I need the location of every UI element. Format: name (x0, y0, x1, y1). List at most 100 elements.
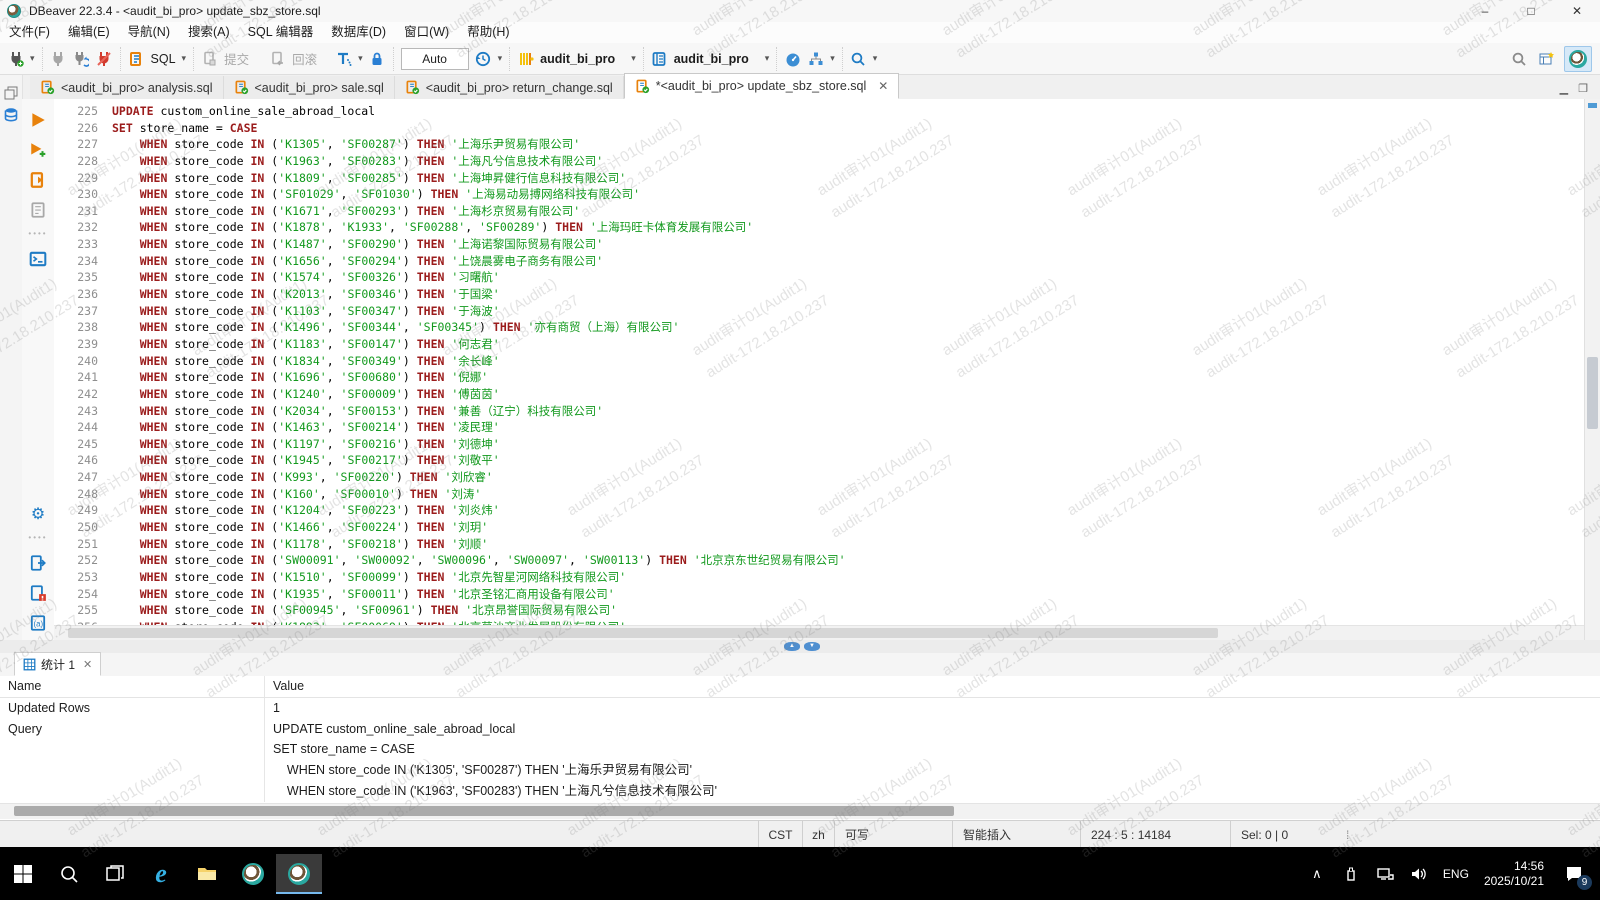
panel-scroll-left-icon[interactable] (3, 808, 11, 816)
panel-hscroll-thumb[interactable] (14, 806, 954, 816)
panel-scroll-right-icon[interactable] (1589, 808, 1597, 816)
export-result-icon[interactable] (29, 554, 47, 572)
statistics-tab[interactable]: 统计 1 ✕ (14, 652, 101, 676)
transaction-dropdown[interactable]: ▾ (358, 53, 363, 64)
start-button[interactable] (0, 854, 46, 894)
code-line[interactable]: WHEN store_code IN ('K1496', 'SF00344', … (112, 319, 1584, 336)
commit-icon[interactable] (201, 50, 218, 67)
menu-item-1[interactable]: 编辑(E) (59, 22, 119, 43)
taskbar-clock[interactable]: 14:56 2025/10/21 (1478, 859, 1550, 889)
disconnect-icon[interactable] (50, 50, 67, 67)
connection-selector[interactable]: audit_bi_pro (540, 52, 615, 66)
vscroll-thumb[interactable] (1587, 357, 1598, 429)
code-line[interactable]: WHEN store_code IN ('K1487', 'SF00290') … (112, 236, 1584, 253)
variables-icon[interactable]: (a) (29, 614, 47, 632)
code-line[interactable]: WHEN store_code IN ('K2034', 'SF00153') … (112, 403, 1584, 420)
editor-hscrollbar[interactable] (54, 625, 1584, 641)
code-line[interactable]: WHEN store_code IN ('K1197', 'SF00216') … (112, 436, 1584, 453)
reconnect-icon[interactable] (73, 50, 90, 67)
code-line[interactable]: WHEN store_code IN ('K1466', 'SF00224') … (112, 519, 1584, 536)
history-icon[interactable] (475, 50, 492, 67)
code-line[interactable]: WHEN store_code IN ('K1656', 'SF00294') … (112, 253, 1584, 270)
code-line[interactable]: WHEN store_code IN ('K1183', 'SF00147') … (112, 336, 1584, 353)
tab-close-icon[interactable]: ✕ (878, 79, 888, 93)
action-center-icon[interactable]: 9 (1554, 854, 1594, 894)
quick-access-search-icon[interactable] (1510, 50, 1527, 67)
code-line[interactable]: WHEN store_code IN ('K1510', 'SF00099') … (112, 569, 1584, 586)
execute-script-icon[interactable] (29, 171, 47, 189)
code-line[interactable]: WHEN store_code IN ('SF00945', 'SF00961'… (112, 602, 1584, 619)
sash-collapse-icon[interactable]: ▲ (784, 642, 800, 651)
commit-label[interactable]: 提交 (224, 49, 249, 68)
history-dropdown[interactable]: ▾ (498, 53, 503, 64)
code-line[interactable]: WHEN store_code IN ('SF01029', 'SF01030'… (112, 186, 1584, 203)
status-cursor-position[interactable]: 224 : 5 : 14184 (1080, 821, 1230, 848)
open-perspective-icon[interactable] (1537, 50, 1554, 67)
code-line[interactable]: WHEN store_code IN ('K1103', 'SF00347') … (112, 303, 1584, 320)
menu-item-2[interactable]: 导航(N) (119, 22, 179, 43)
execute-new-tab-icon[interactable] (29, 141, 47, 159)
table-row[interactable]: SET store_name = CASE (0, 739, 1600, 760)
editor-tab-2[interactable]: <audit_bi_pro> return_change.sql (395, 76, 624, 99)
usb-tray-icon[interactable] (1336, 854, 1366, 894)
editor-tab-3[interactable]: *<audit_bi_pro> update_sbz_store.sql✕ (624, 73, 900, 99)
scroll-left-icon[interactable] (57, 630, 65, 638)
table-row[interactable]: Updated Rows1 (0, 698, 1600, 719)
search-db-dropdown[interactable]: ▾ (873, 53, 878, 64)
table-row[interactable]: WHEN store_code IN ('K1305', 'SF00287') … (0, 760, 1600, 781)
table-row[interactable]: WHEN store_code IN ('K1963', 'SF00283') … (0, 781, 1600, 802)
execute-statement-icon[interactable] (29, 111, 47, 129)
editor-results-sash[interactable]: ▲ ▼ (0, 640, 1600, 653)
minimize-view-icon[interactable]: ▁ (1560, 82, 1568, 95)
commit-mode-combo[interactable]: Auto (401, 48, 469, 70)
code-line[interactable]: WHEN store_code IN ('K993', 'SF00220') T… (112, 469, 1584, 486)
connection-selector-dropdown[interactable]: ▾ (631, 53, 636, 64)
menu-item-4[interactable]: SQL 编辑器 (239, 22, 323, 43)
maximize-button[interactable]: □ (1508, 0, 1554, 22)
connect-icon[interactable] (7, 50, 24, 67)
dbeaver-taskbar-icon-active[interactable] (276, 854, 322, 894)
code-line[interactable]: WHEN store_code IN ('K1204', 'SF00223') … (112, 502, 1584, 519)
statistics-tab-close-icon[interactable]: ✕ (83, 658, 92, 671)
sash-expand-icon[interactable]: ▼ (804, 642, 820, 651)
code-line[interactable]: WHEN store_code IN ('K1935', 'SF00011') … (112, 586, 1584, 603)
close-button[interactable]: ✕ (1554, 0, 1600, 22)
code-line[interactable]: WHEN store_code IN ('K1574', 'SF00326') … (112, 269, 1584, 286)
menu-item-0[interactable]: 文件(F) (0, 22, 59, 43)
restore-view-icon[interactable] (3, 85, 19, 101)
code-line[interactable]: SET store_name = CASE (112, 120, 1584, 137)
explain-plan-icon[interactable] (29, 201, 47, 219)
output-console-icon[interactable] (29, 250, 47, 268)
code-line[interactable]: WHEN store_code IN ('K1671', 'SF00293') … (112, 203, 1584, 220)
scroll-right-icon[interactable] (1573, 630, 1581, 638)
menu-item-3[interactable]: 搜索(A) (179, 22, 239, 43)
code-line[interactable]: WHEN store_code IN ('K1878', 'K1933', 'S… (112, 219, 1584, 236)
search-db-icon[interactable] (850, 50, 867, 67)
taskbar-search-icon[interactable] (46, 854, 92, 894)
menu-item-5[interactable]: 数据库(D) (322, 22, 395, 43)
settings-gear-icon[interactable]: ⚙ (29, 505, 47, 523)
code-line[interactable]: WHEN store_code IN ('K1963', 'SF00283') … (112, 153, 1584, 170)
code-line[interactable]: WHEN store_code IN ('K1834', 'SF00349') … (112, 353, 1584, 370)
code-line[interactable]: WHEN store_code IN ('K1945', 'SF00217') … (112, 452, 1584, 469)
dashboard-icon[interactable] (784, 50, 801, 67)
column-header-name[interactable]: Name (0, 676, 265, 697)
dbeaver-taskbar-icon[interactable] (230, 854, 276, 894)
hscroll-thumb[interactable] (68, 628, 1218, 638)
code-line[interactable]: WHEN store_code IN ('SW00091', 'SW00092'… (112, 552, 1584, 569)
internet-explorer-icon[interactable]: e (138, 854, 184, 894)
sql-editor-icon[interactable] (128, 50, 145, 67)
code-line[interactable]: WHEN store_code IN ('K160', 'SF00010') T… (112, 486, 1584, 503)
maximize-view-icon[interactable]: ❐ (1578, 82, 1588, 95)
lock-icon[interactable] (369, 50, 386, 67)
rollback-label[interactable]: 回滚 (292, 49, 317, 68)
sql-editor-label[interactable]: SQL (151, 52, 176, 66)
code-line[interactable]: WHEN store_code IN ('K1305', 'SF00287') … (112, 136, 1584, 153)
code-line[interactable]: WHEN store_code IN ('K1809', 'SF00285') … (112, 170, 1584, 187)
connect-dropdown[interactable]: ▾ (30, 53, 35, 64)
table-row[interactable]: QueryUPDATE custom_online_sale_abroad_lo… (0, 719, 1600, 740)
schema-selector-dropdown[interactable]: ▾ (765, 53, 770, 64)
execution-plan-icon[interactable] (807, 50, 824, 67)
code-line[interactable]: WHEN store_code IN ('K2013', 'SF00346') … (112, 286, 1584, 303)
show-hidden-icons[interactable]: ∧ (1302, 854, 1332, 894)
